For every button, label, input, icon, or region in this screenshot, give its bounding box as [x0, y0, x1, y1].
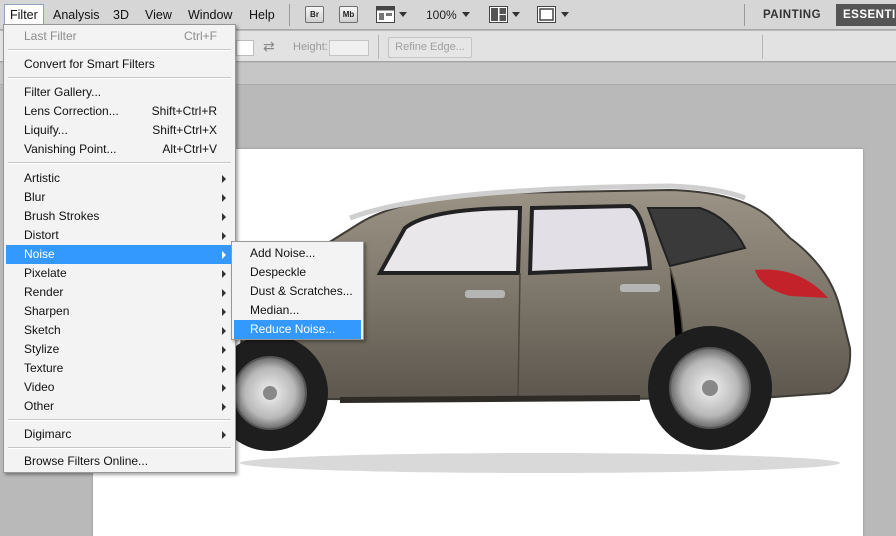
submenu-arrow-icon [222, 346, 226, 354]
submenu-item-add-noise[interactable]: Add Noise... [234, 244, 361, 263]
menu-item-digimarc[interactable]: Digimarc [6, 425, 233, 444]
menu-item-lens-correction[interactable]: Lens Correction... Shift+Ctrl+R [6, 102, 233, 121]
zoom-level[interactable]: 100% [426, 5, 457, 25]
menu-item-label: Texture [24, 361, 64, 375]
menu-item-label: Sharpen [24, 304, 70, 318]
submenu-arrow-icon [222, 232, 226, 240]
workspace-painting[interactable]: PAINTING [752, 4, 832, 26]
submenu-arrow-icon [222, 194, 226, 202]
menu-view[interactable]: View [140, 5, 177, 25]
refine-edge-button[interactable]: Refine Edge... [388, 37, 472, 58]
menu-item-sketch[interactable]: Sketch [6, 321, 233, 340]
menu-item-shortcut: Ctrl+F [184, 29, 217, 43]
height-input[interactable] [329, 40, 369, 56]
menu-item-liquify[interactable]: Liquify... Shift+Ctrl+X [6, 121, 233, 140]
workspace-essentials[interactable]: ESSENTIALS [836, 4, 896, 26]
screen-mode-dropdown-icon[interactable] [561, 12, 569, 17]
menu-item-label: Render [24, 285, 64, 299]
menu-item-label: Distort [24, 228, 59, 242]
menu-filter[interactable]: Filter [4, 4, 44, 26]
menu-separator [8, 162, 231, 164]
menu-item-noise[interactable]: Noise [6, 245, 233, 264]
menu-item-label: Digimarc [24, 427, 72, 441]
mini-bridge-button[interactable]: Mb [339, 6, 358, 23]
menu-item-brush-strokes[interactable]: Brush Strokes [6, 207, 233, 226]
submenu-arrow-icon [222, 270, 226, 278]
menu-item-distort[interactable]: Distort [6, 226, 233, 245]
view-extras-dropdown-icon[interactable] [399, 12, 407, 17]
zoom-dropdown-icon[interactable] [462, 12, 470, 17]
submenu-item-dust-scratches[interactable]: Dust & Scratches... [234, 282, 361, 301]
submenu-arrow-icon [222, 213, 226, 221]
filter-menu: Last Filter Ctrl+F Convert for Smart Filt… [3, 24, 236, 473]
menu-item-render[interactable]: Render [6, 283, 233, 302]
menu-item-convert-smart-filters[interactable]: Convert for Smart Filters [6, 55, 233, 74]
menu-item-artistic[interactable]: Artistic [6, 169, 233, 188]
submenu-arrow-icon [222, 403, 226, 411]
menu-item-label: Liquify... [24, 123, 68, 137]
menu-help[interactable]: Help [244, 5, 280, 25]
menu-item-label: Pixelate [24, 266, 67, 280]
submenu-arrow-icon [222, 431, 226, 439]
height-label: Height: [293, 41, 328, 53]
view-extras-icon[interactable] [376, 6, 395, 23]
menu-item-label: Filter Gallery... [24, 85, 102, 99]
menu-item-label: Vanishing Point... [24, 142, 117, 156]
noise-submenu: Add Noise... Despeckle Dust & Scratches.… [231, 241, 364, 340]
swap-dimensions-icon[interactable]: ⇄ [263, 38, 275, 55]
menu-3d[interactable]: 3D [108, 5, 134, 25]
menu-item-stylize[interactable]: Stylize [6, 340, 233, 359]
menu-item-label: Artistic [24, 171, 60, 185]
submenu-arrow-icon [222, 175, 226, 183]
menubar-separator [289, 4, 290, 26]
menu-item-label: Sketch [24, 323, 61, 337]
menu-window[interactable]: Window [183, 5, 237, 25]
submenu-arrow-icon [222, 384, 226, 392]
bridge-button[interactable]: Br [305, 6, 324, 23]
submenu-arrow-icon [222, 251, 226, 259]
menu-separator [8, 77, 231, 79]
menu-item-texture[interactable]: Texture [6, 359, 233, 378]
menu-item-pixelate[interactable]: Pixelate [6, 264, 233, 283]
menu-analysis[interactable]: Analysis [48, 5, 105, 25]
menu-item-video[interactable]: Video [6, 378, 233, 397]
menu-separator [8, 49, 231, 51]
menu-item-label: Noise [24, 247, 55, 261]
menu-item-label: Brush Strokes [24, 209, 100, 223]
submenu-item-median[interactable]: Median... [234, 301, 361, 320]
menu-item-vanishing-point[interactable]: Vanishing Point... Alt+Ctrl+V [6, 140, 233, 159]
arrange-documents-icon[interactable] [489, 6, 508, 23]
menu-item-label: Last Filter [24, 29, 77, 43]
submenu-arrow-icon [222, 327, 226, 335]
submenu-item-reduce-noise[interactable]: Reduce Noise... [234, 320, 361, 339]
options-separator [378, 35, 379, 59]
submenu-arrow-icon [222, 365, 226, 373]
submenu-arrow-icon [222, 289, 226, 297]
menu-item-browse-filters-online[interactable]: Browse Filters Online... [6, 452, 233, 471]
screen-mode-icon[interactable] [537, 6, 556, 23]
menu-item-shortcut: Alt+Ctrl+V [162, 142, 217, 156]
menu-item-shortcut: Shift+Ctrl+X [152, 123, 217, 137]
menu-item-label: Stylize [24, 342, 60, 356]
menu-item-shortcut: Shift+Ctrl+R [151, 104, 217, 118]
options-separator [762, 35, 763, 59]
menubar-separator [744, 4, 745, 26]
menu-separator [8, 419, 231, 421]
menu-item-label: Blur [24, 190, 46, 204]
width-input[interactable] [236, 40, 254, 56]
menu-item-label: Lens Correction... [24, 104, 119, 118]
submenu-arrow-icon [222, 308, 226, 316]
menu-item-blur[interactable]: Blur [6, 188, 233, 207]
menu-item-sharpen[interactable]: Sharpen [6, 302, 233, 321]
menu-item-filter-gallery[interactable]: Filter Gallery... [6, 83, 233, 102]
menu-separator [8, 447, 231, 449]
menu-item-other[interactable]: Other [6, 397, 233, 416]
menu-item-label: Video [24, 380, 55, 394]
arrange-dropdown-icon[interactable] [512, 12, 520, 17]
submenu-item-despeckle[interactable]: Despeckle [234, 263, 361, 282]
menu-item-last-filter[interactable]: Last Filter Ctrl+F [6, 27, 233, 46]
menu-item-label: Other [24, 399, 55, 413]
